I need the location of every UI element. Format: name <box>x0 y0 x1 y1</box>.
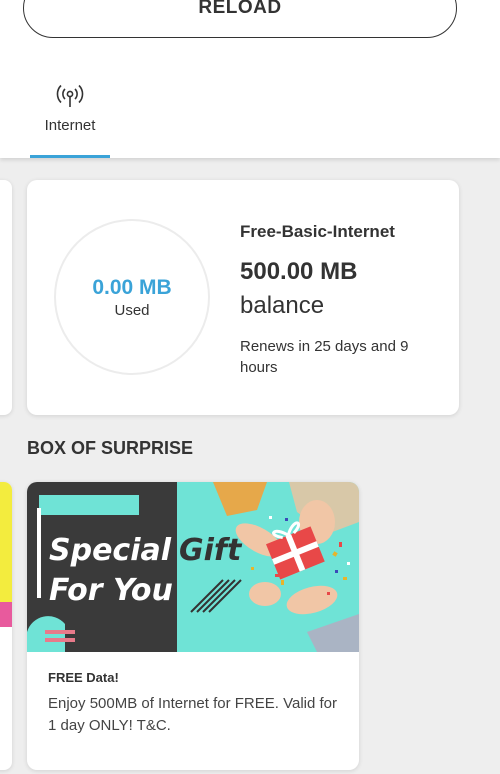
tab-internet[interactable]: Internet <box>30 80 110 158</box>
banner-word-gift: Gift <box>179 533 243 568</box>
special-gift-banner: Special Gift For You <box>27 482 359 652</box>
previous-plan-card-edge[interactable] <box>0 180 12 415</box>
renewal-info: Renews in 25 days and 9 hours <box>240 338 409 376</box>
reload-button[interactable]: RELOAD <box>23 0 457 38</box>
promo-title: FREE Data! <box>48 670 119 685</box>
plan-card[interactable]: 0.00 MB Used Free-Basic-Internet 500.00 … <box>27 180 459 415</box>
active-tab-indicator <box>30 155 110 158</box>
antenna-signal-icon <box>56 84 84 107</box>
usage-ring: 0.00 MB Used <box>54 219 210 375</box>
used-value: 0.00 MB <box>92 275 172 299</box>
banner-line-for-you: For You <box>49 573 173 608</box>
promo-card[interactable]: Special Gift For You FREE Data! Enjoy 50… <box>27 482 359 770</box>
tab-label: Internet <box>44 117 96 134</box>
previous-promo-card-edge[interactable] <box>0 482 12 770</box>
used-label: Used <box>114 301 150 319</box>
plan-name: Free-Basic-Internet <box>240 222 395 241</box>
top-bar: RELOAD Internet <box>0 0 500 158</box>
promo-description: Enjoy 500MB of Internet for FREE. Valid … <box>48 695 338 734</box>
balance-label: balance <box>240 292 325 319</box>
banner-word-special: Special <box>49 533 172 568</box>
section-title: BOX OF SURPRISE <box>27 438 194 458</box>
balance-amount: 500.00 MB <box>240 258 358 285</box>
